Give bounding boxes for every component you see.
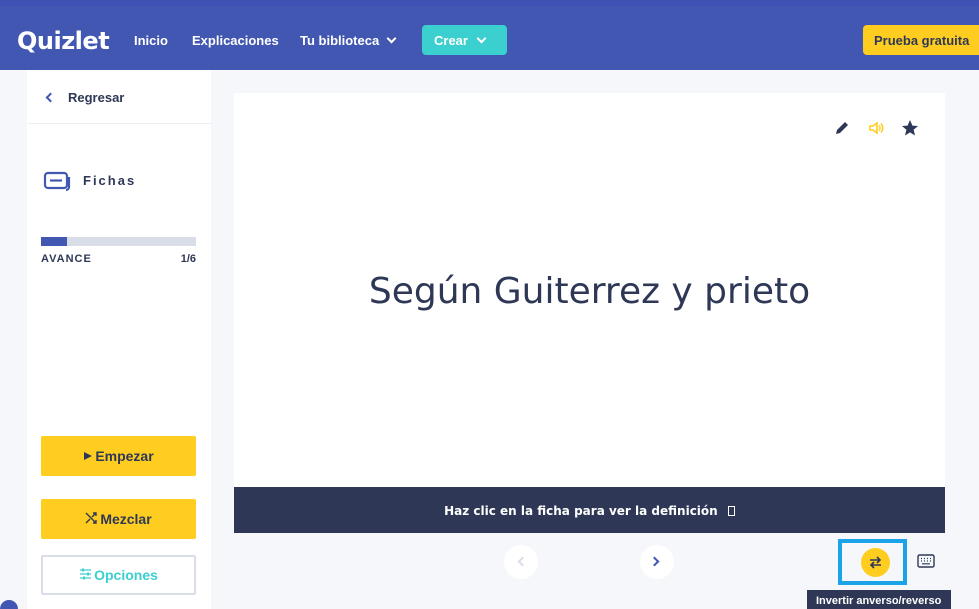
chevron-left-icon	[45, 92, 56, 103]
nav-inicio[interactable]: Inicio	[134, 33, 168, 48]
options-button-label: Opciones	[94, 567, 158, 583]
flip-hint-text: Haz clic en la ficha para ver la definic…	[444, 504, 718, 518]
invert-highlight-frame	[838, 539, 907, 585]
progress-label: AVANCE	[41, 253, 92, 265]
progress-bar-fill	[41, 237, 68, 246]
flashcard[interactable]: Según Guiterrez y prieto	[234, 93, 945, 487]
invert-tooltip: Invertir anverso/reverso	[807, 590, 951, 609]
top-navigation-bar: Quizlet Inicio Explicaciones Tu bibliote…	[0, 0, 979, 70]
flip-hint-bar[interactable]: Haz clic en la ficha para ver la definic…	[234, 487, 945, 533]
chevron-down-icon	[476, 33, 487, 44]
chevron-down-icon	[386, 33, 397, 44]
next-card-button[interactable]	[640, 545, 674, 579]
start-button[interactable]: Empezar	[41, 436, 196, 476]
shuffle-button-label: Mezclar	[100, 511, 152, 527]
shuffle-icon	[85, 512, 98, 524]
nav-tu-biblioteca-label: Tu biblioteca	[300, 33, 380, 48]
quizlet-logo[interactable]: Quizlet	[17, 27, 110, 55]
cards-icon	[43, 171, 71, 192]
hint-info-icon	[727, 506, 735, 516]
star-icon[interactable]	[900, 118, 920, 138]
chevron-left-icon	[517, 556, 528, 567]
back-link[interactable]: Regresar	[27, 70, 211, 124]
help-bubble[interactable]	[0, 600, 18, 609]
back-label: Regresar	[68, 90, 125, 105]
keyboard-icon[interactable]	[917, 554, 935, 568]
shuffle-button[interactable]: Mezclar	[41, 499, 196, 539]
card-term: Según Guiterrez y prieto	[368, 271, 811, 312]
study-sidebar: Regresar Fichas AVANCE 1/6 Empezar Mezcl…	[27, 70, 211, 609]
create-button[interactable]: Crear	[422, 25, 507, 55]
study-mode-title: Fichas	[83, 173, 137, 188]
start-button-label: Empezar	[95, 448, 154, 464]
progress-count: 1/6	[180, 253, 196, 265]
top-accent-line	[0, 0, 979, 6]
nav-explicaciones[interactable]: Explicaciones	[192, 33, 279, 48]
nav-tu-biblioteca[interactable]: Tu biblioteca	[300, 33, 397, 48]
play-icon	[84, 452, 93, 460]
progress-bar	[41, 237, 196, 246]
free-trial-button[interactable]: Prueba gratuita	[863, 25, 979, 55]
chevron-right-icon	[649, 556, 660, 567]
options-icon	[80, 568, 92, 580]
swap-icon	[869, 556, 882, 569]
options-button[interactable]: Opciones	[41, 555, 196, 595]
audio-icon[interactable]	[866, 118, 886, 138]
create-button-label: Crear	[434, 33, 468, 48]
previous-card-button[interactable]	[504, 545, 538, 579]
edit-icon[interactable]	[832, 118, 852, 138]
invert-sides-button[interactable]	[861, 548, 890, 577]
